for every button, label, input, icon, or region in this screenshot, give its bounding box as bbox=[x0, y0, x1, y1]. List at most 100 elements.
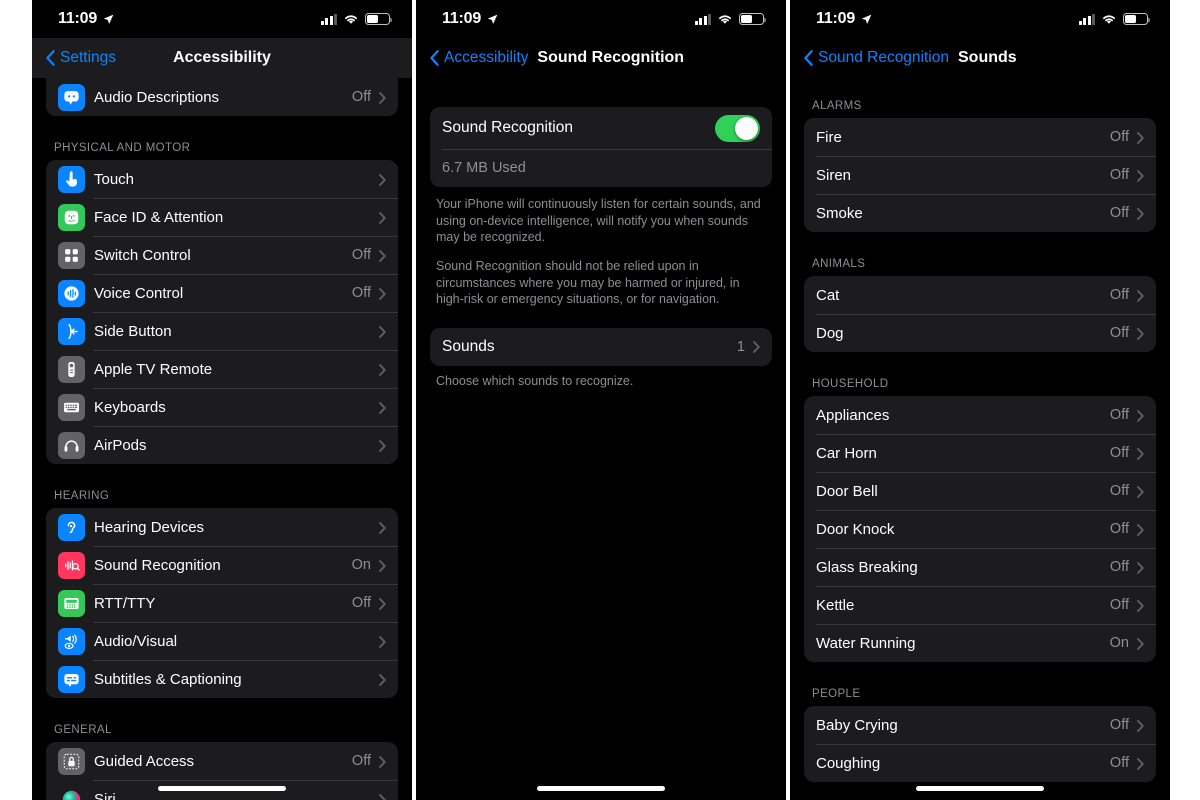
back-button-accessibility[interactable]: Accessibility bbox=[430, 49, 528, 67]
chevron-right-icon bbox=[379, 173, 386, 186]
back-button-settings[interactable]: Settings bbox=[46, 49, 116, 67]
settings-row-value: Off bbox=[351, 595, 371, 611]
settings-row[interactable]: Door Knock Off bbox=[804, 510, 1156, 548]
settings-row[interactable]: Guided Access Off bbox=[46, 742, 398, 780]
sounds-list[interactable]: ALARMS Fire Off Siren Off Smoke Off ANIMALS Cat O… bbox=[790, 78, 1170, 782]
settings-row[interactable]: RTT/TTY Off bbox=[46, 584, 398, 622]
chevron-right-icon bbox=[1137, 719, 1144, 732]
settings-row-value: On bbox=[1109, 635, 1129, 651]
settings-row[interactable]: Cat Off bbox=[804, 276, 1156, 314]
cellular-bars-icon bbox=[1078, 13, 1095, 25]
battery-icon bbox=[1123, 13, 1151, 25]
settings-row-label: Cat bbox=[816, 286, 840, 304]
keyboard-icon bbox=[58, 393, 85, 421]
chevron-right-icon bbox=[379, 755, 386, 768]
chevron-left-icon bbox=[430, 50, 439, 66]
sound-recognition-toggle[interactable] bbox=[715, 114, 760, 142]
settings-row-value: Off bbox=[351, 753, 371, 769]
settings-row-label: Kettle bbox=[816, 596, 855, 614]
status-bar-left: 11:09 bbox=[816, 10, 872, 28]
settings-row[interactable]: Baby Crying Off bbox=[804, 706, 1156, 744]
sound-group: Cat Off Dog Off bbox=[804, 276, 1156, 352]
apple-tv-remote-icon bbox=[58, 355, 85, 383]
settings-row[interactable]: Voice Control Off bbox=[46, 274, 398, 312]
settings-row[interactable]: Dog Off bbox=[804, 314, 1156, 352]
settings-row[interactable]: Coughing Off bbox=[804, 744, 1156, 782]
sounds-count: 1 bbox=[736, 338, 745, 355]
settings-row[interactable]: Audio/Visual bbox=[46, 622, 398, 660]
chevron-right-icon bbox=[379, 363, 386, 376]
airpods-icon bbox=[58, 431, 85, 459]
back-button-sound-recognition[interactable]: Sound Recognition bbox=[804, 49, 949, 67]
settings-row[interactable]: Glass Breaking Off bbox=[804, 548, 1156, 586]
settings-row-value: Off bbox=[1109, 483, 1129, 499]
settings-row[interactable]: Apple TV Remote bbox=[46, 350, 398, 388]
section-header: PHYSICAL AND MOTOR bbox=[54, 142, 191, 154]
siri-icon bbox=[58, 786, 85, 800]
chevron-right-icon bbox=[1137, 599, 1144, 612]
page-title: Sounds bbox=[958, 49, 1017, 66]
settings-row[interactable]: Water Running On bbox=[804, 624, 1156, 662]
sound-group: Appliances Off Car Horn Off Door Bell Off Door… bbox=[804, 396, 1156, 662]
status-bar: 11:09 bbox=[416, 0, 786, 38]
chevron-right-icon bbox=[1137, 169, 1144, 182]
chevron-right-icon bbox=[1137, 289, 1144, 302]
settings-row-label: Dog bbox=[816, 324, 844, 342]
settings-row-value: Off bbox=[351, 89, 371, 105]
status-bar-time: 11:09 bbox=[58, 10, 98, 27]
section-header: HEARING bbox=[54, 490, 110, 502]
storage-used-row: 6.7 MB Used bbox=[430, 149, 772, 187]
status-bar-right bbox=[320, 13, 393, 25]
chevron-left-icon bbox=[804, 50, 813, 66]
settings-row[interactable]: Smoke Off bbox=[804, 194, 1156, 232]
settings-row[interactable]: Kettle Off bbox=[804, 586, 1156, 624]
cellular-bars-icon bbox=[320, 13, 337, 25]
settings-row[interactable]: Hearing Devices bbox=[46, 508, 398, 546]
settings-row[interactable]: Siren Off bbox=[804, 156, 1156, 194]
wifi-icon bbox=[343, 13, 359, 25]
status-bar: 11:09 bbox=[790, 0, 1170, 38]
settings-row[interactable]: Door Bell Off bbox=[804, 472, 1156, 510]
settings-row[interactable]: Switch Control Off bbox=[46, 236, 398, 274]
sound-group: Baby Crying Off Coughing Off bbox=[804, 706, 1156, 782]
sound-recognition-icon bbox=[58, 551, 85, 579]
settings-row[interactable]: Car Horn Off bbox=[804, 434, 1156, 472]
settings-row[interactable]: Subtitles & Captioning bbox=[46, 660, 398, 698]
settings-row-label: Baby Crying bbox=[816, 716, 898, 734]
chevron-right-icon bbox=[1137, 409, 1144, 422]
settings-row-label: Audio/Visual bbox=[94, 632, 178, 650]
description-paragraph-1: Your iPhone will continuously listen for… bbox=[436, 197, 761, 245]
chevron-right-icon bbox=[379, 325, 386, 338]
settings-row[interactable]: AirPods bbox=[46, 426, 398, 464]
settings-row[interactable]: Audio Descriptions Off bbox=[46, 78, 398, 116]
sounds-row[interactable]: Sounds 1 bbox=[430, 328, 772, 366]
touch-icon bbox=[58, 165, 85, 193]
settings-row[interactable]: Face ID & Attention bbox=[46, 198, 398, 236]
settings-row-label: Glass Breaking bbox=[816, 558, 918, 576]
settings-row[interactable]: Fire Off bbox=[804, 118, 1156, 156]
settings-row-value: On bbox=[351, 557, 371, 573]
settings-row-label: Audio Descriptions bbox=[94, 88, 220, 106]
chevron-right-icon bbox=[1137, 561, 1144, 574]
settings-row-label: Face ID & Attention bbox=[94, 208, 224, 226]
navigation-bar: Sound Recognition Sounds bbox=[790, 38, 1170, 78]
settings-row[interactable]: Keyboards bbox=[46, 388, 398, 426]
settings-group: Guided Access Off Siri bbox=[46, 742, 398, 800]
status-bar-time: 11:09 bbox=[816, 10, 856, 27]
settings-row-label: Side Button bbox=[94, 322, 172, 340]
sound-recognition-toggle-row[interactable]: Sound Recognition bbox=[430, 107, 772, 149]
location-arrow-icon bbox=[861, 14, 872, 25]
location-arrow-icon bbox=[487, 14, 498, 25]
settings-row-label: Door Knock bbox=[816, 520, 895, 538]
side-button-icon bbox=[58, 317, 85, 345]
settings-row[interactable]: Sound Recognition On bbox=[46, 546, 398, 584]
settings-row-label: Siren bbox=[816, 166, 852, 184]
settings-list[interactable]: Audio Descriptions Off PHYSICAL AND MOTOR… bbox=[32, 78, 412, 800]
chevron-right-icon bbox=[379, 287, 386, 300]
settings-row[interactable]: Appliances Off bbox=[804, 396, 1156, 434]
hearing-devices-icon bbox=[58, 513, 85, 541]
settings-row-label: Coughing bbox=[816, 754, 881, 772]
settings-row[interactable]: Side Button bbox=[46, 312, 398, 350]
settings-row[interactable]: Touch bbox=[46, 160, 398, 198]
chevron-right-icon bbox=[1137, 207, 1144, 220]
